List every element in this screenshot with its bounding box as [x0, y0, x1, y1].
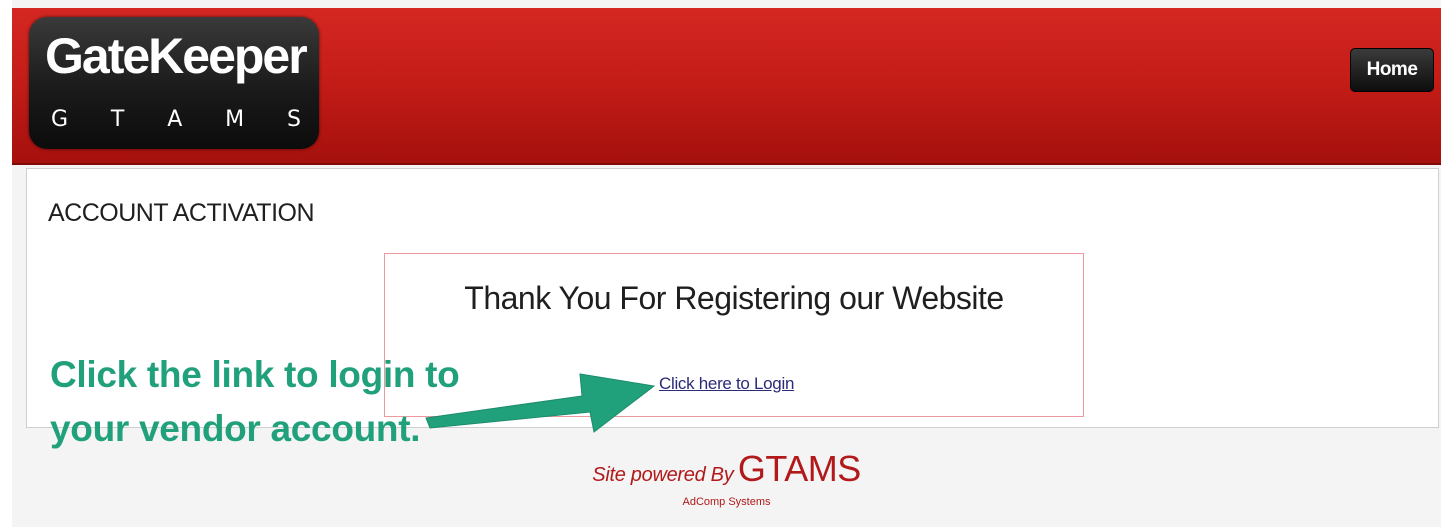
logo-letter: T	[110, 107, 125, 132]
gatekeeper-logo[interactable]: GateKeeper G T A M S	[29, 17, 319, 149]
login-link[interactable]: Click here to Login	[659, 374, 794, 394]
thank-you-message: Thank You For Registering our Website	[464, 280, 1004, 316]
annotation-line-1: Click the link to login to	[50, 354, 460, 395]
home-button[interactable]: Home	[1350, 48, 1434, 92]
logo-letter: S	[287, 107, 301, 132]
site-header: GateKeeper G T A M S Home	[12, 8, 1441, 165]
logo-letter: M	[225, 107, 245, 132]
logo-letter: G	[51, 107, 69, 132]
logo-subtitle: G T A M S	[51, 109, 301, 131]
powered-by-text: Site powered By	[592, 464, 734, 486]
footer-brand: GTAMS	[737, 448, 861, 489]
page-title: ACCOUNT ACTIVATION	[48, 199, 315, 227]
instruction-annotation: Click the link to login to your vendor a…	[50, 348, 460, 456]
site-footer: Site powered By GTAMS AdComp Systems	[12, 448, 1441, 508]
logo-letter: A	[167, 107, 183, 132]
logo-title: GateKeeper	[45, 28, 308, 84]
company-name: AdComp Systems	[682, 496, 771, 508]
pointer-arrow-icon	[425, 373, 656, 433]
